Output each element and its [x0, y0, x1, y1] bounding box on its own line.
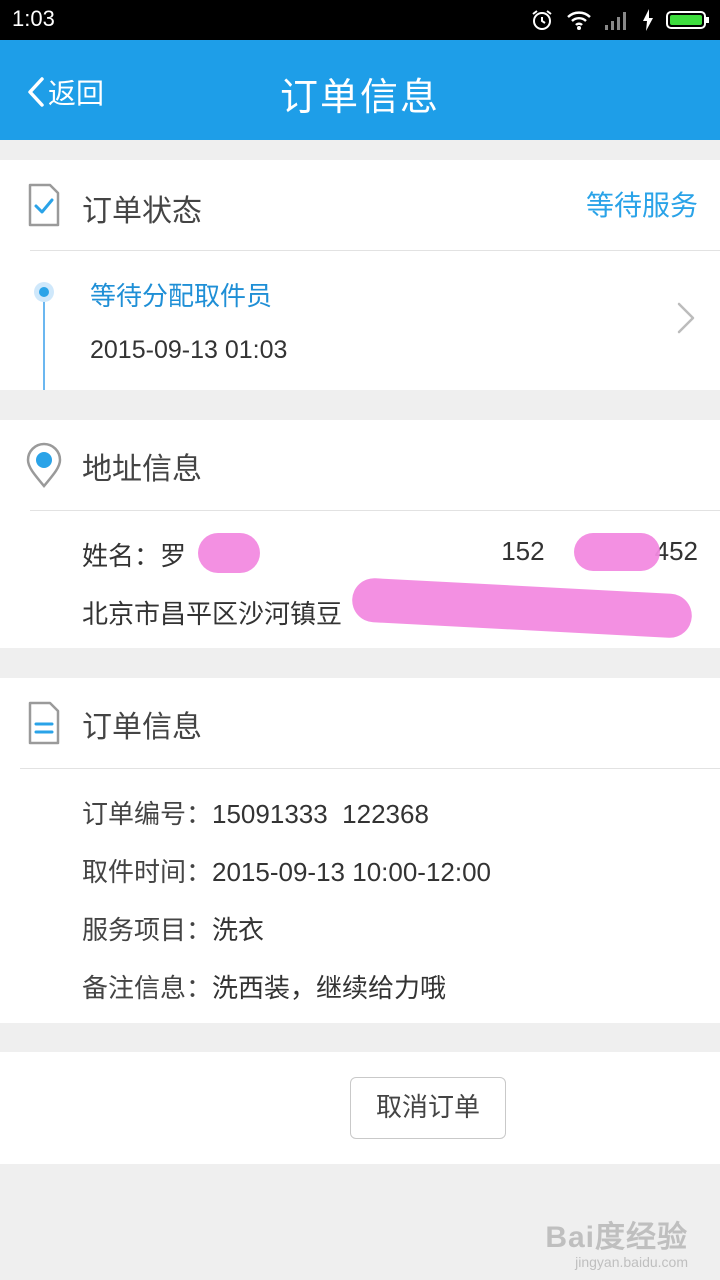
battery-icon: [666, 11, 709, 29]
location-pin-icon: [26, 442, 62, 488]
watermark-sub: jingyan.baidu.com: [575, 1254, 688, 1270]
progress-step-time: 2015-09-13 01:03: [90, 336, 288, 364]
info-row-pickup-time: 取件时间：2015-09-13 10:00-12:00: [82, 852, 491, 889]
signal-icon: [605, 12, 626, 30]
chevron-right-icon[interactable]: [674, 300, 698, 336]
status-time: 1:03: [12, 6, 55, 31]
phone-suffix: 452: [654, 536, 698, 566]
status-icons: [530, 8, 710, 32]
address-line: 北京市昌平区沙河镇豆: [82, 600, 343, 630]
checklist-icon: [28, 183, 60, 227]
redaction-mark: [198, 533, 260, 573]
info-key: 取件时间：: [82, 858, 213, 888]
cancel-order-button[interactable]: 取消订单: [350, 1077, 506, 1139]
address-title: 地址信息: [82, 452, 202, 487]
status-bar: 1:03: [0, 0, 720, 40]
redaction-mark: [574, 533, 660, 571]
document-icon: [28, 701, 60, 745]
nav-header: 返回 订单信息: [0, 40, 720, 140]
progress-step-label: 等待分配取件员: [90, 282, 273, 312]
alarm-icon: [532, 10, 552, 30]
page-title: 订单信息: [279, 75, 440, 119]
wifi-icon: [567, 11, 591, 30]
contact-name: 姓名：罗: [82, 542, 187, 572]
info-value: 15091333 122368: [212, 799, 429, 829]
watermark-logo: Bai度经验 jingyan.baidu.com: [545, 1212, 688, 1270]
divider: [30, 510, 720, 511]
info-value: 洗衣: [212, 915, 265, 945]
divider: [30, 250, 720, 251]
info-row-service: 服务项目：洗衣: [82, 910, 264, 947]
info-value: 洗西装，继续给力哦: [212, 973, 447, 1003]
order-status-title: 订单状态: [82, 194, 202, 229]
watermark-main: Bai度经验: [545, 1221, 688, 1254]
info-key: 订单编号：: [82, 800, 213, 830]
info-row-notes: 备注信息：洗西装，继续给力哦: [82, 968, 446, 1005]
order-status-value: 等待服务: [585, 189, 698, 222]
timeline-line: [43, 290, 45, 390]
charging-icon: [643, 9, 653, 31]
order-info-title: 订单信息: [82, 710, 202, 745]
info-key: 服务项目：: [82, 916, 213, 946]
info-value: 2015-09-13 10:00-12:00: [212, 857, 492, 887]
info-row-order-number: 订单编号：15091333 122368: [82, 794, 429, 831]
progress-row[interactable]: [0, 252, 720, 390]
info-key: 备注信息：: [82, 974, 213, 1004]
phone-prefix: 152: [501, 536, 545, 566]
divider: [20, 768, 720, 769]
timeline-dot: [34, 282, 54, 302]
